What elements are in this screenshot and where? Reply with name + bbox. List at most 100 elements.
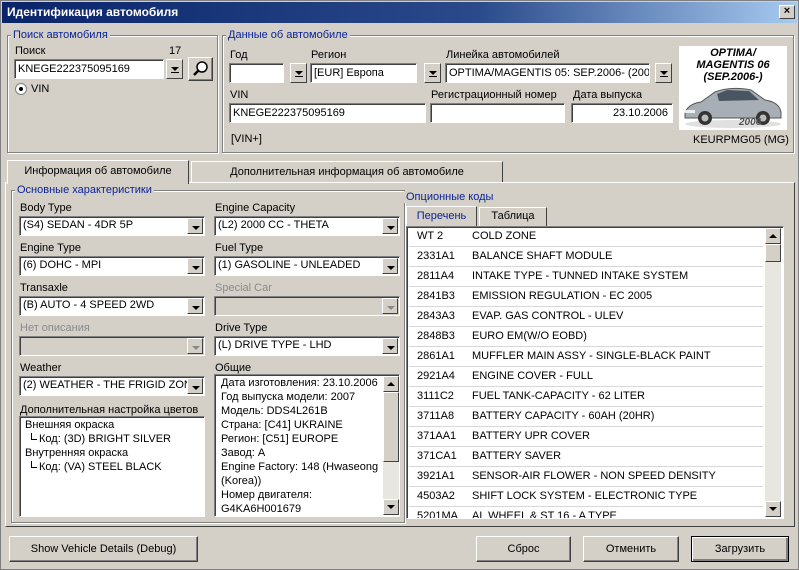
model-code: KEURPMG05 (MG) — [693, 134, 789, 146]
tab-options-table[interactable]: Таблица — [479, 207, 547, 226]
general-line: Год выпуска модели: 2007 — [221, 391, 356, 403]
option-row[interactable]: 3711A8 BATTERY CAPACITY - 60AH (20HR) — [409, 407, 763, 427]
option-row[interactable]: 2861A1 MUFFLER MAIN ASSY - SINGLE-BLACK P… — [409, 347, 763, 367]
transaxle-select[interactable]: (B) AUTO - 4 SPEED 2WD — [19, 296, 205, 316]
interior-color-node[interactable]: Внутренняя окраска — [25, 447, 128, 459]
general-label: Общие — [215, 362, 252, 374]
option-row[interactable]: 4503A2 SHIFT LOCK SYSTEM - ELECTRONIC TYP… — [409, 487, 763, 507]
option-codes-list[interactable]: WT 2 COLD ZONE 2331A1 BALANCE SHAFT MODULE… — [406, 226, 784, 519]
year-dropdown-button[interactable] — [290, 63, 307, 83]
debug-details-button[interactable]: Show Vehicle Details (Debug) — [9, 536, 198, 562]
scroll-thumb[interactable] — [383, 392, 399, 462]
close-button[interactable]: × — [779, 5, 795, 19]
option-desc: ENGINE COVER - FULL — [472, 370, 594, 382]
year-label: Год — [230, 49, 248, 61]
options-scrollbar[interactable] — [765, 228, 781, 517]
tab-options-list[interactable]: Перечень — [406, 206, 477, 226]
option-row[interactable]: 2811A4 INTAKE TYPE - TUNNED INTAKE SYSTEM — [409, 267, 763, 287]
option-code: 2848B3 — [417, 330, 455, 342]
region-label: Регион — [311, 49, 347, 61]
fuel-type-value: (1) GASOLINE - UNLEADED — [218, 259, 361, 271]
option-desc: BALANCE SHAFT MODULE — [472, 250, 613, 262]
option-row[interactable]: 5201MA AL WHEEL & ST 16 - A TYPE — [409, 507, 763, 518]
option-row[interactable]: 2848B3 EURO EM(W/O EOBD) — [409, 327, 763, 347]
option-code: 3921A1 — [417, 470, 455, 482]
scroll-up-icon[interactable] — [383, 376, 399, 392]
engine-capacity-select[interactable]: (L2) 2000 CC - THETA — [214, 216, 400, 236]
fuel-type-select[interactable]: (1) GASOLINE - UNLEADED — [214, 256, 400, 276]
option-desc: INTAKE TYPE - TUNNED INTAKE SYSTEM — [472, 270, 689, 282]
region-field[interactable]: [EUR] Европа — [310, 63, 417, 83]
option-row[interactable]: 371AA1 BATTERY UPR COVER — [409, 427, 763, 447]
general-scrollbar[interactable] — [383, 376, 399, 515]
general-line: Дата изготовления: 23.10.2006 — [221, 377, 378, 389]
special-car-dropdown-icon — [382, 298, 398, 314]
option-desc: EURO EM(W/O EOBD) — [472, 330, 587, 342]
reg-number-label: Регистрационный номер — [431, 89, 557, 101]
weather-select[interactable]: (2) WEATHER - THE FRIGID ZON — [19, 376, 205, 396]
region-dropdown-button[interactable] — [424, 63, 441, 83]
colors-tree[interactable]: Внешняя окраска Код: (3D) BRIGHT SILVER … — [19, 416, 205, 517]
drive-type-label: Drive Type — [215, 322, 268, 334]
cancel-label: Отменить — [605, 543, 657, 555]
reg-number-field[interactable] — [430, 103, 565, 123]
exterior-color-node[interactable]: Внешняя окраска — [25, 419, 114, 431]
title-bar: Идентификация автомобиля × — [2, 2, 797, 23]
scroll-up-icon[interactable] — [765, 228, 781, 244]
engine-capacity-dropdown-icon — [382, 218, 398, 234]
option-row[interactable]: WT 2 COLD ZONE — [409, 227, 763, 247]
body-type-select[interactable]: (S4) SEDAN - 4DR 5P — [19, 216, 205, 236]
car-icon — [684, 87, 782, 128]
option-desc: EVAP. GAS CONTROL - ULEV — [472, 310, 624, 322]
special-car-select — [214, 296, 400, 316]
vehicle-identification-window: Идентификация автомобиля × Поиск автомоб… — [0, 0, 799, 570]
drive-type-select[interactable]: (L) DRIVE TYPE - LHD — [214, 336, 400, 356]
tab-additional-info[interactable]: Дополнительная информация об автомобиле — [191, 161, 503, 183]
interior-color-code[interactable]: Код: (VA) STEEL BLACK — [39, 461, 162, 473]
image-caption-line-1: OPTIMA/ — [710, 47, 756, 59]
transaxle-dropdown-icon — [187, 298, 203, 314]
general-info-box[interactable]: Дата изготовления: 23.10.2006 Год выпуск… — [214, 374, 400, 517]
option-row[interactable]: 2841B3 EMISSION REGULATION - EC 2005 — [409, 287, 763, 307]
weather-label: Weather — [20, 362, 62, 374]
option-row[interactable]: 2843A3 EVAP. GAS CONTROL - ULEV — [409, 307, 763, 327]
option-row[interactable]: 2921A4 ENGINE COVER - FULL — [409, 367, 763, 387]
body-type-value: (S4) SEDAN - 4DR 5P — [23, 219, 134, 231]
tab-vehicle-info[interactable]: Информация об автомобиле — [7, 160, 189, 184]
reset-button[interactable]: Сброс — [476, 536, 571, 562]
vehicle-data-legend: Данные об автомобиле — [226, 29, 350, 41]
engine-type-select[interactable]: (6) DOHC - MPI — [19, 256, 205, 276]
vin-radio[interactable] — [15, 83, 27, 95]
option-row[interactable]: 2331A1 BALANCE SHAFT MODULE — [409, 247, 763, 267]
option-code: 2841B3 — [417, 290, 455, 302]
search-history-button[interactable] — [166, 59, 183, 79]
exterior-color-code[interactable]: Код: (3D) BRIGHT SILVER — [39, 433, 171, 445]
image-caption-line-2: MAGENTIS 06 — [696, 59, 770, 71]
model-line-dropdown-button[interactable] — [655, 63, 672, 83]
release-date-label: Дата выпуска — [573, 89, 643, 101]
scroll-down-icon[interactable] — [383, 499, 399, 515]
cancel-button[interactable]: Отменить — [583, 536, 679, 562]
release-date-field[interactable]: 23.10.2006 — [571, 103, 673, 123]
scroll-thumb[interactable] — [765, 244, 781, 262]
body-type-label: Body Type — [20, 202, 72, 214]
model-line-field[interactable]: OPTIMA/MAGENTIS 05: SEP.2006- (200 — [445, 63, 650, 83]
special-car-label: Special Car — [215, 282, 272, 294]
option-row[interactable]: 3111C2 FUEL TANK-CAPACITY - 62 LITER — [409, 387, 763, 407]
option-row[interactable]: 3921A1 SENSOR-AIR FLOWER - NON SPEED DENS… — [409, 467, 763, 487]
load-button[interactable]: Загрузить — [691, 536, 789, 562]
search-button[interactable] — [188, 57, 213, 81]
engine-type-value: (6) DOHC - MPI — [23, 259, 102, 271]
option-row[interactable]: 371CA1 BATTERY SAVER — [409, 447, 763, 467]
option-code: 3711A8 — [417, 410, 455, 422]
general-line: Номер двигателя: — [221, 489, 313, 501]
search-input[interactable]: KNEGE222375095169 — [14, 59, 164, 79]
vin-field[interactable]: KNEGE222375095169 — [229, 103, 426, 123]
no-description-select — [19, 336, 205, 356]
engine-capacity-value: (L2) 2000 CC - THETA — [218, 219, 329, 231]
option-desc: FUEL TANK-CAPACITY - 62 LITER — [472, 390, 645, 402]
year-field[interactable] — [229, 63, 284, 83]
option-code: 2811A4 — [417, 270, 455, 282]
scroll-down-icon[interactable] — [765, 501, 781, 517]
tab-additional-info-label: Дополнительная информация об автомобиле — [230, 166, 464, 178]
